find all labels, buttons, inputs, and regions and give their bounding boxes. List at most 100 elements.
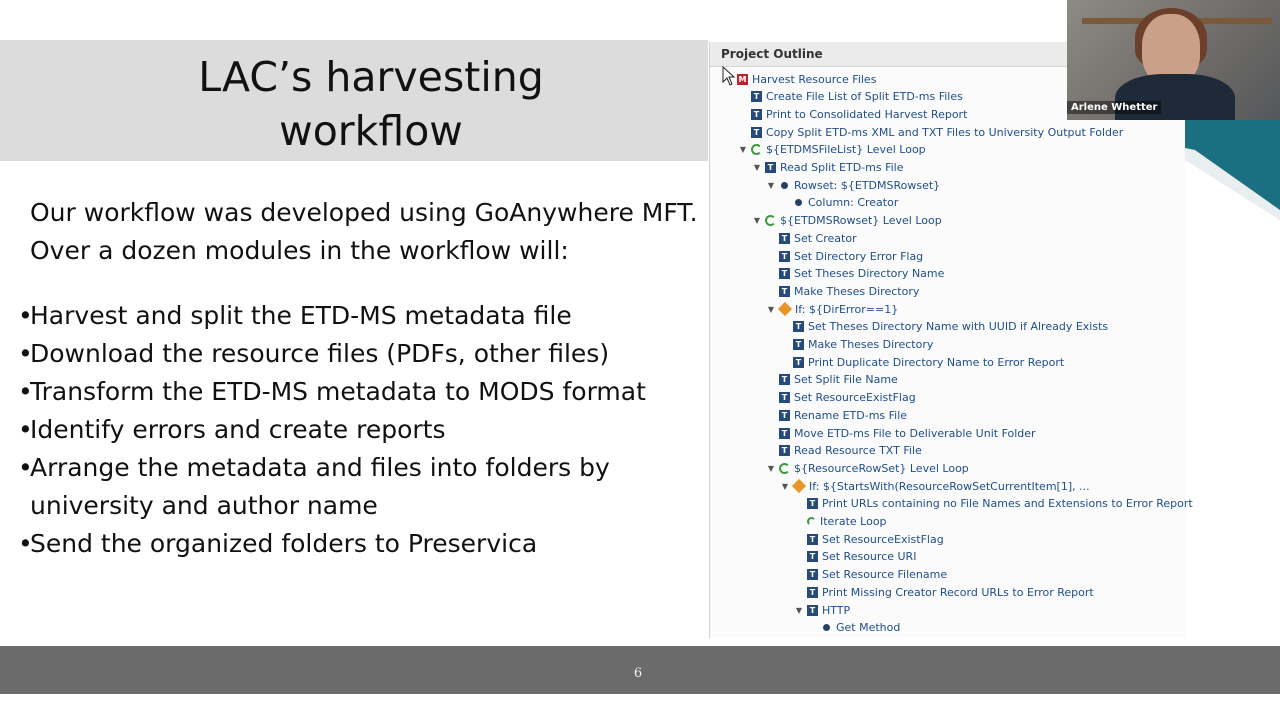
outline-tree-item-label: Create File List of Split ETD-ms Files (766, 90, 963, 104)
outline-tree-item[interactable]: ▼TMake Theses Directory (780, 336, 933, 354)
task-icon: T (807, 569, 818, 581)
outline-tree-item[interactable]: ▼TCreate File List of Split ETD-ms Files (738, 88, 963, 106)
task-icon: T (793, 321, 804, 333)
task-icon: T (779, 445, 790, 457)
outline-tree-item[interactable]: ▼TMove ETD-ms File to Deliverable Unit F… (766, 424, 1036, 442)
expand-chevron-icon[interactable]: ▼ (752, 163, 762, 172)
if-icon (777, 302, 793, 317)
intro-text: Our workflow was developed using GoAnywh… (30, 198, 698, 265)
outline-tree-item-label: If: ${DirError==1} (795, 302, 899, 316)
outline-tree-item-label: Set ResourceExistFlag (794, 391, 916, 405)
outline-tree-item-label: ${ResourceRowSet} Level Loop (794, 461, 969, 475)
mouse-cursor-icon (722, 66, 736, 86)
task-icon: T (779, 374, 790, 386)
outline-tree-item[interactable]: ▼Column: Creator (780, 194, 898, 212)
bullet-item: Download the resource files (PDFs, other… (18, 335, 698, 373)
outline-tree-item[interactable]: ▼TSet Theses Directory Name with UUID if… (780, 318, 1108, 336)
outline-tree-item-label: Make Theses Directory (808, 338, 934, 351)
decorative-teal-shape (1185, 120, 1280, 220)
task-icon: T (807, 551, 818, 563)
task-icon: T (779, 268, 790, 280)
outline-tree-item[interactable]: ▼TSet Split File Name (766, 371, 898, 389)
outline-tree-item-label: ${ETDMSFileList} Level Loop (766, 143, 926, 157)
bullet-item: Send the organized folders to Preservica (18, 525, 698, 563)
outline-tree-item[interactable]: ▼TPrint URLs containing no File Names an… (794, 495, 1193, 513)
outline-tree-item-label: Set Creator (794, 231, 857, 245)
loop-icon (765, 215, 776, 227)
participant-video-tile[interactable]: Arlene Whetter (1067, 0, 1280, 120)
task-icon: T (807, 533, 818, 545)
outline-tree-item[interactable]: ▼ ${ResourceRowSet} Level Loop (766, 459, 969, 477)
task-icon: T (751, 108, 762, 120)
outline-tree-item-label: HTTP (822, 603, 851, 617)
slide-title-line-2: workflow (279, 107, 463, 155)
outline-tree-item[interactable]: ▼TRead Resource TXT File (766, 442, 922, 460)
outline-tree-item[interactable]: ▼TSet Theses Directory Name (766, 265, 944, 283)
expand-chevron-icon[interactable]: ▼ (738, 145, 748, 154)
outline-tree-item[interactable]: ▼TCopy Split ETD-ms XML and TXT Files to… (738, 123, 1123, 141)
task-icon: T (779, 285, 790, 297)
loop-icon (751, 144, 762, 156)
outline-tree-item[interactable]: ▼ ${ETDMSRowset} Level Loop (752, 212, 942, 230)
outline-tree-item-label: Iterate Loop (820, 515, 887, 528)
slide-title: LAC’s harvesting workflow (30, 50, 712, 158)
outline-tree-item[interactable]: ▼TSet Creator (766, 229, 857, 247)
outline-tree-item[interactable]: ▼Get Method (808, 619, 900, 637)
task-icon: T (807, 604, 818, 616)
outline-tree-item[interactable]: ▼TSet Directory Error Flag (766, 247, 923, 265)
outline-tree-item-label: Set Split File Name (794, 373, 898, 387)
outline-tree-item[interactable]: ▼Iterate Loop (794, 513, 887, 531)
loop-icon (779, 462, 790, 474)
outline-tree-item-label: Set Resource Filename (822, 568, 948, 582)
outline-tree-item[interactable]: ▼TSet ResourceExistFlag (766, 389, 916, 407)
outline-tree-item[interactable]: ▼TRename ETD-ms File (766, 406, 907, 424)
expand-chevron-icon[interactable]: ▼ (752, 216, 762, 225)
outline-tree-item[interactable]: ▼ Rowset: ${ETDMSRowset} (766, 176, 940, 194)
outline-tree-item-label: Read Resource TXT File (794, 444, 922, 458)
slide-number: 6 (633, 666, 643, 681)
outline-tree-item-label: Print Duplicate Directory Name to Error … (808, 355, 1065, 369)
outline-tree-item[interactable]: ▼TMake Theses Directory (766, 282, 919, 300)
project-outline-title: Project Outline (721, 47, 823, 61)
outline-tree-item[interactable]: ▼ T Read Split ETD-ms File (752, 159, 904, 177)
outline-tree-item[interactable]: ▼TPrint Duplicate Directory Name to Erro… (780, 353, 1064, 371)
expand-chevron-icon[interactable]: ▼ (794, 606, 804, 615)
expand-chevron-icon[interactable]: ▼ (766, 181, 776, 190)
outline-tree-item-label: Set Resource URI (822, 550, 917, 564)
outline-tree-item[interactable]: ▼TSet Resource Filename (794, 566, 947, 584)
outline-tree-item-label: Rowset: ${ETDMSRowset} (794, 178, 941, 192)
outline-tree-item-label: Set Directory Error Flag (794, 249, 924, 263)
expand-chevron-icon[interactable]: ▼ (766, 464, 776, 473)
outline-tree-item[interactable]: ▼TSet ResourceExistFlag (794, 530, 944, 548)
task-icon: T (751, 126, 762, 138)
task-icon: T (779, 409, 790, 421)
expand-chevron-icon[interactable]: ▼ (780, 482, 790, 491)
outline-tree-item[interactable]: ▼TPrint Missing Creator Record URLs to E… (794, 583, 1094, 601)
outline-tree-item-label: Get Method (836, 621, 901, 635)
bullet-item: Identify errors and create reports (18, 411, 698, 449)
outline-tree-item-label: If: ${StartsWith(ResourceRowSetCurrentIt… (809, 479, 1090, 493)
outline-tree-item[interactable]: ▼TPrint to Consolidated Harvest Report (738, 105, 967, 123)
slide: LAC’s harvesting workflow Our workflow w… (0, 0, 1280, 720)
outline-tree-item-label: Make Theses Directory (794, 284, 920, 298)
iterate-icon (807, 517, 816, 526)
task-icon: T (779, 392, 790, 404)
task-icon: T (765, 162, 776, 173)
module-icon: M (737, 73, 748, 85)
outline-tree-item-label: Print to Consolidated Harvest Report (766, 107, 968, 121)
task-icon: T (793, 339, 804, 350)
outline-tree-item[interactable]: ▼ If: ${DirError==1} (766, 300, 898, 318)
outline-tree-item[interactable]: ▼ If: ${StartsWith(ResourceRowSetCurrentI… (780, 477, 1090, 495)
outline-tree-item[interactable]: ▼ ${ETDMSFileList} Level Loop (738, 141, 926, 159)
outline-tree-item-label: Harvest Resource Files (752, 72, 877, 86)
outline-tree-item[interactable]: ▼TSet Resource URI (794, 548, 916, 566)
dot-icon (795, 199, 802, 207)
bullet-item: Harvest and split the ETD-MS metadata fi… (18, 297, 698, 335)
outline-tree-item[interactable]: ▼MHarvest Resource Files (724, 70, 876, 88)
expand-chevron-icon[interactable]: ▼ (766, 305, 776, 314)
bullet-item: Transform the ETD-MS metadata to MODS fo… (18, 373, 698, 411)
outline-tree-item-label: Column: Creator (808, 196, 899, 210)
task-icon: T (779, 232, 790, 244)
outline-tree-item[interactable]: ▼ T HTTP (794, 601, 850, 619)
outline-tree-item-label: Set ResourceExistFlag (822, 532, 944, 546)
